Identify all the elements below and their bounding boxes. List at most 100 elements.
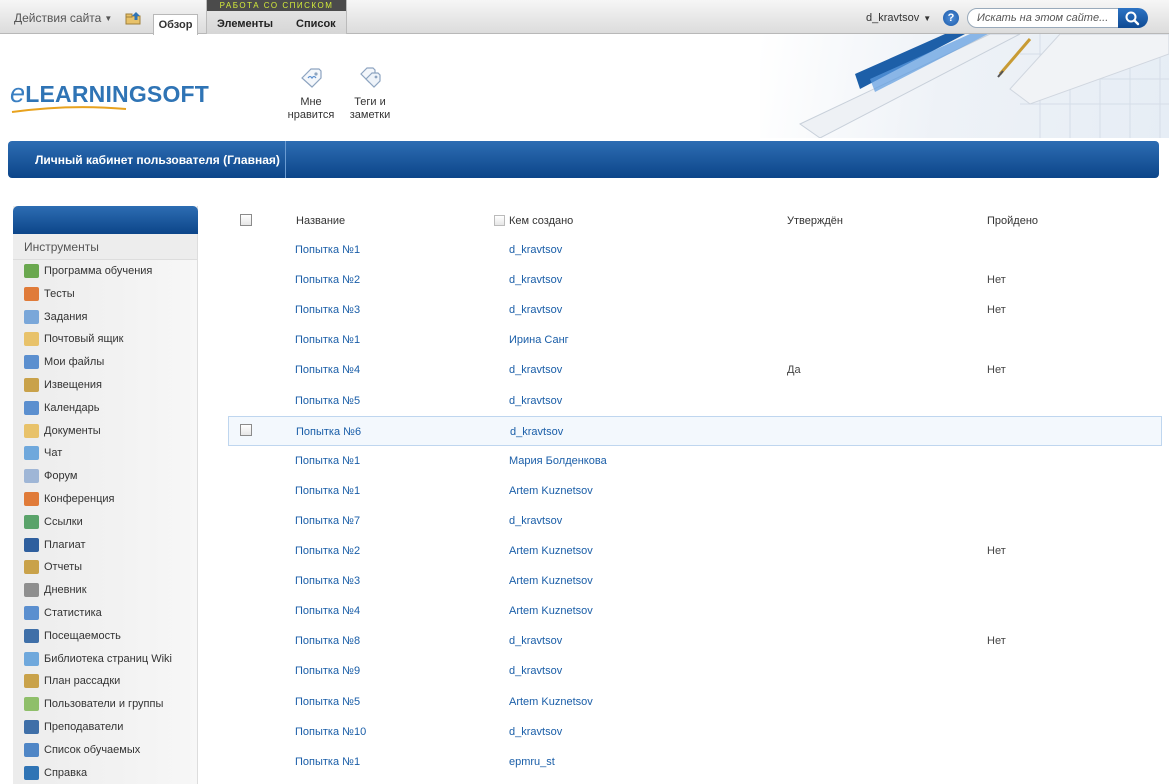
list-row[interactable]: Попытка №7 d_kravtsov xyxy=(228,506,1162,536)
sidebar-section-tools[interactable]: Инструменты xyxy=(13,234,197,260)
list-row[interactable]: Попытка №2 Artem Kuznetsov Нет xyxy=(228,536,1162,566)
author-link[interactable]: d_kravtsov xyxy=(509,274,562,286)
list-row[interactable]: Попытка №5 Artem Kuznetsov xyxy=(228,687,1162,717)
author-link[interactable]: d_kravtsov xyxy=(509,364,562,376)
list-row[interactable]: Попытка №6 d_kravtsov xyxy=(228,415,1162,446)
navigate-up-icon[interactable] xyxy=(125,11,142,25)
sidebar-item[interactable]: Тесты xyxy=(13,283,197,306)
elearningsoft-logo[interactable]: eLEARNINGSOFT xyxy=(10,78,209,113)
author-link[interactable]: Ирина Санг xyxy=(509,334,569,346)
tab-overview[interactable]: Обзор xyxy=(153,14,198,35)
search-button[interactable] xyxy=(1118,8,1148,28)
attempt-link[interactable]: Попытка №2 xyxy=(295,545,360,557)
list-row[interactable]: Попытка №4 Artem Kuznetsov xyxy=(228,596,1162,626)
attempt-link[interactable]: Попытка №6 xyxy=(296,426,361,438)
sidebar-item[interactable]: Мои файлы xyxy=(13,351,197,374)
sidebar-item[interactable]: Конференция xyxy=(13,488,197,511)
list-row[interactable]: Попытка №5 d_kravtsov xyxy=(228,386,1162,416)
author-link[interactable]: Мария Болденкова xyxy=(509,455,607,467)
column-header-name[interactable]: Название xyxy=(296,215,345,227)
attempt-link[interactable]: Попытка №10 xyxy=(295,726,366,738)
attempt-link[interactable]: Попытка №8 xyxy=(295,635,360,647)
sidebar-item[interactable]: План рассадки xyxy=(13,670,197,693)
list-row[interactable]: Попытка №3 d_kravtsov Нет xyxy=(228,295,1162,325)
search-input[interactable] xyxy=(967,8,1119,28)
sidebar-item[interactable]: Отчеты xyxy=(13,556,197,579)
author-link[interactable]: Artem Kuznetsov xyxy=(509,696,593,708)
author-link[interactable]: d_kravtsov xyxy=(509,726,562,738)
chevron-down-icon: ▼ xyxy=(923,14,932,23)
sidebar-item[interactable]: Почтовый ящик xyxy=(13,328,197,351)
sidebar-item[interactable]: Программа обучения xyxy=(13,260,197,283)
user-menu[interactable]: d_kravtsov ▼ xyxy=(866,12,931,24)
sidebar-item[interactable]: Ссылки xyxy=(13,511,197,534)
site-actions-menu[interactable]: Действия сайта ▼ xyxy=(14,11,112,25)
sidebar-item[interactable]: Статистика xyxy=(13,602,197,625)
list-row[interactable]: Попытка №10 d_kravtsov xyxy=(228,717,1162,747)
list-row[interactable]: Попытка №1 Мария Болденкова xyxy=(228,446,1162,476)
sidebar-item[interactable]: Преподаватели xyxy=(13,716,197,739)
column-header-approved[interactable]: Утверждён xyxy=(787,215,843,227)
attempt-link[interactable]: Попытка №1 xyxy=(295,756,360,768)
author-link[interactable]: d_kravtsov xyxy=(509,304,562,316)
author-link[interactable]: d_kravtsov xyxy=(509,395,562,407)
author-link[interactable]: d_kravtsov xyxy=(509,515,562,527)
author-link[interactable]: d_kravtsov xyxy=(510,426,563,438)
attempt-link[interactable]: Попытка №3 xyxy=(295,575,360,587)
sidebar-item[interactable]: Форум xyxy=(13,465,197,488)
attempt-link[interactable]: Попытка №4 xyxy=(295,605,360,617)
attempt-link[interactable]: Попытка №2 xyxy=(295,274,360,286)
select-all-checkbox[interactable] xyxy=(240,214,252,226)
column-header-passed[interactable]: Пройдено xyxy=(987,215,1038,227)
attempt-link[interactable]: Попытка №1 xyxy=(295,485,360,497)
sidebar-item[interactable]: Справка xyxy=(13,762,197,784)
author-link[interactable]: Artem Kuznetsov xyxy=(509,545,593,557)
attempt-link[interactable]: Попытка №1 xyxy=(295,334,360,346)
attempt-link[interactable]: Попытка №1 xyxy=(295,455,360,467)
sidebar-item[interactable]: Документы xyxy=(13,420,197,443)
sidebar-item[interactable]: Задания xyxy=(13,306,197,329)
attempt-link[interactable]: Попытка №4 xyxy=(295,364,360,376)
tab-list[interactable]: Список xyxy=(296,18,336,30)
attempt-link[interactable]: Попытка №5 xyxy=(295,696,360,708)
attempt-link[interactable]: Попытка №5 xyxy=(295,395,360,407)
sidebar-item[interactable]: Библиотека страниц Wiki xyxy=(13,648,197,671)
list-row[interactable]: Попытка №1 Artem Kuznetsov xyxy=(228,476,1162,506)
author-link[interactable]: d_kravtsov xyxy=(509,635,562,647)
list-row[interactable]: Попытка №1 Ирина Санг xyxy=(228,325,1162,355)
site-actions-label: Действия сайта xyxy=(14,11,102,25)
attempt-link[interactable]: Попытка №3 xyxy=(295,304,360,316)
help-icon[interactable]: ? xyxy=(943,10,959,26)
sidebar-item[interactable]: Плагиат xyxy=(13,534,197,557)
author-link[interactable]: Artem Kuznetsov xyxy=(509,575,593,587)
author-link[interactable]: d_kravtsov xyxy=(509,244,562,256)
like-button[interactable]: Мне нравится xyxy=(281,64,341,122)
column-header-author[interactable]: Кем создано xyxy=(509,215,573,227)
sidebar-item[interactable]: Посещаемость xyxy=(13,625,197,648)
list-row[interactable]: Попытка №9 d_kravtsov xyxy=(228,656,1162,686)
column-filter-checkbox[interactable] xyxy=(494,215,505,226)
list-row[interactable]: Попытка №8 d_kravtsov Нет xyxy=(228,626,1162,656)
tags-and-notes-button[interactable]: Теги и заметки xyxy=(340,64,400,122)
sidebar-item[interactable]: Чат xyxy=(13,442,197,465)
list-row[interactable]: Попытка №2 d_kravtsov Нет xyxy=(228,265,1162,295)
author-link[interactable]: Artem Kuznetsov xyxy=(509,605,593,617)
author-link[interactable]: d_kravtsov xyxy=(509,665,562,677)
list-row[interactable]: Попытка №4 d_kravtsov Да Нет xyxy=(228,355,1162,385)
attempt-link[interactable]: Попытка №1 xyxy=(295,244,360,256)
sidebar-item[interactable]: Пользователи и группы xyxy=(13,693,197,716)
tab-elements[interactable]: Элементы xyxy=(217,18,273,30)
attempt-link[interactable]: Попытка №9 xyxy=(295,665,360,677)
list-row[interactable]: Попытка №1 epmru_st xyxy=(228,747,1162,777)
list-row[interactable]: Попытка №3 Artem Kuznetsov xyxy=(228,566,1162,596)
page-title[interactable]: Личный кабинет пользователя (Главная) xyxy=(35,153,280,167)
sidebar-item[interactable]: Календарь xyxy=(13,397,197,420)
sidebar-item[interactable]: Список обучаемых xyxy=(13,739,197,762)
list-row[interactable]: Попытка №1 d_kravtsov xyxy=(228,235,1162,265)
sidebar-item[interactable]: Извещения xyxy=(13,374,197,397)
author-link[interactable]: Artem Kuznetsov xyxy=(509,485,593,497)
attempt-link[interactable]: Попытка №7 xyxy=(295,515,360,527)
row-checkbox[interactable] xyxy=(240,423,252,436)
author-link[interactable]: epmru_st xyxy=(509,756,555,768)
sidebar-item[interactable]: Дневник xyxy=(13,579,197,602)
